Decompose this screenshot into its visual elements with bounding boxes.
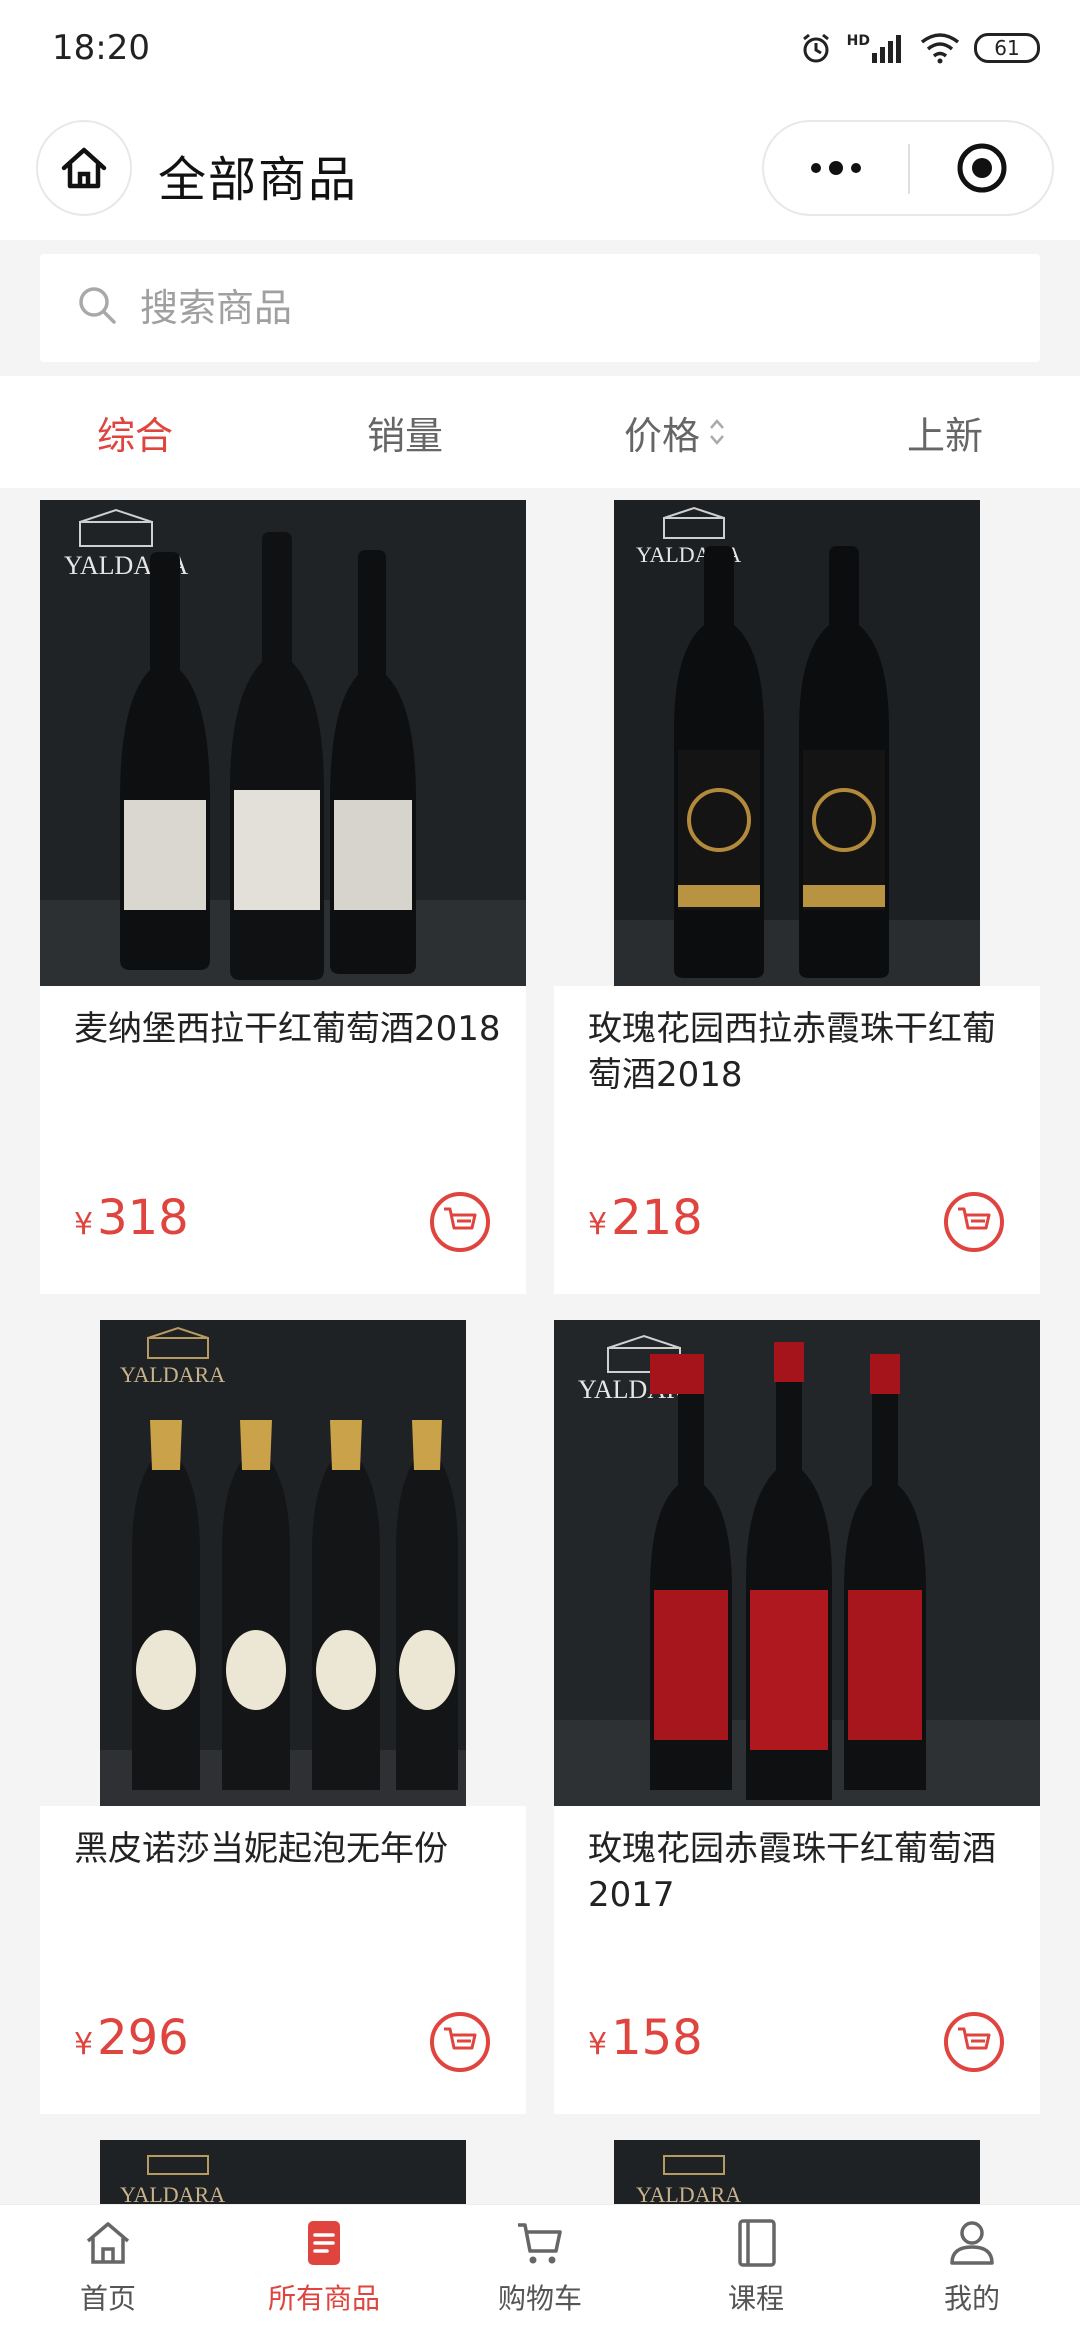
product-card[interactable]: YALDARA 黑皮诺莎当妮起泡无年份 ¥296 bbox=[40, 1320, 526, 2114]
product-card[interactable]: YALDARA 麦纳堡西拉干红葡萄酒2018 ¥318 bbox=[40, 500, 526, 1294]
product-image[interactable]: YALDARA bbox=[554, 1320, 1040, 1806]
product-price: ¥158 bbox=[588, 2010, 703, 2066]
wifi-icon bbox=[920, 33, 960, 64]
navigation-bar: 全部商品 bbox=[0, 96, 1080, 240]
sort-bar: 综合 销量 价格 上新 bbox=[0, 376, 1080, 488]
battery-indicator: 61 bbox=[974, 33, 1040, 63]
home-button[interactable] bbox=[36, 120, 132, 216]
cart-icon bbox=[958, 1207, 991, 1230]
alarm-icon bbox=[802, 33, 829, 63]
sort-arrows-icon bbox=[710, 419, 724, 445]
tab-label: 购物车 bbox=[497, 2282, 582, 2315]
mini-program-capsule bbox=[762, 120, 1054, 216]
status-bar: 18:20 HD 61 bbox=[0, 0, 1080, 96]
network-indicator: HD bbox=[847, 33, 906, 63]
product-image[interactable]: YALDARA bbox=[554, 500, 1040, 986]
price-value: 218 bbox=[611, 1190, 703, 1246]
product-card[interactable]: YALDARA bbox=[40, 2140, 526, 2204]
target-close-icon bbox=[957, 143, 1007, 193]
cart-icon bbox=[518, 2223, 562, 2264]
cart-icon bbox=[444, 1207, 477, 1230]
product-price: ¥296 bbox=[74, 2010, 189, 2066]
brand-logo-text: YALDARA bbox=[636, 2182, 741, 2204]
product-image[interactable]: YALDARA bbox=[554, 2140, 1040, 2204]
product-name[interactable]: 黑皮诺莎当妮起泡无年份 bbox=[74, 1826, 504, 1872]
product-image[interactable]: YALDARA bbox=[40, 500, 526, 986]
close-button[interactable] bbox=[910, 122, 1054, 214]
network-label: HD bbox=[846, 33, 870, 49]
bottom-tab-bar: 首页 所有商品 购物车 课程 我的 bbox=[0, 2204, 1080, 2340]
product-image[interactable]: YALDARA bbox=[40, 2140, 526, 2204]
currency-symbol: ¥ bbox=[74, 2027, 94, 2062]
tab-courses[interactable]: 课程 bbox=[648, 2205, 864, 2340]
tab-profile[interactable]: 我的 bbox=[864, 2205, 1080, 2340]
list-icon bbox=[308, 2221, 340, 2265]
page-title: 全部商品 bbox=[158, 152, 359, 208]
home-icon bbox=[86, 2222, 130, 2264]
sort-tab-label: 上新 bbox=[906, 413, 983, 458]
status-time: 18:20 bbox=[52, 28, 150, 68]
tab-cart[interactable]: 购物车 bbox=[432, 2205, 648, 2340]
tab-label: 我的 bbox=[943, 2282, 1000, 2315]
product-card[interactable]: YALDARA 玫瑰花园西拉赤霞珠干红葡萄酒2018 ¥218 bbox=[554, 500, 1040, 1294]
sort-tab-comprehensive[interactable]: 综合 bbox=[0, 376, 270, 488]
currency-symbol: ¥ bbox=[74, 1207, 94, 1242]
sort-tab-label: 价格 bbox=[623, 413, 700, 458]
brand-logo-text: YALDARA bbox=[120, 1362, 225, 1387]
tab-label: 首页 bbox=[79, 2282, 136, 2315]
brand-logo-text: YALDARA bbox=[120, 2182, 225, 2204]
sort-tab-new[interactable]: 上新 bbox=[810, 376, 1080, 488]
add-to-cart-button[interactable] bbox=[944, 1192, 1004, 1252]
tab-all-products[interactable]: 所有商品 bbox=[216, 2205, 432, 2340]
signal-icon bbox=[872, 35, 901, 63]
price-value: 158 bbox=[611, 2010, 703, 2066]
product-price: ¥218 bbox=[588, 1190, 703, 1246]
tab-label: 课程 bbox=[727, 2282, 784, 2315]
book-icon bbox=[738, 2219, 776, 2267]
product-name[interactable]: 麦纳堡西拉干红葡萄酒2018 bbox=[74, 1006, 504, 1052]
currency-symbol: ¥ bbox=[588, 1207, 608, 1242]
cart-icon bbox=[444, 2027, 477, 2050]
product-card[interactable]: YALDARA 玫瑰花园赤霞珠干红葡萄酒2017 ¥158 bbox=[554, 1320, 1040, 2114]
sort-tab-sales[interactable]: 销量 bbox=[270, 376, 540, 488]
tab-home[interactable]: 首页 bbox=[0, 2205, 216, 2340]
sort-tab-label: 销量 bbox=[366, 413, 443, 458]
product-image[interactable]: YALDARA bbox=[40, 1320, 526, 1806]
product-card[interactable]: YALDARA bbox=[554, 2140, 1040, 2204]
search-icon bbox=[79, 287, 116, 324]
more-button[interactable] bbox=[764, 122, 908, 214]
more-dots-icon bbox=[811, 161, 861, 175]
product-name[interactable]: 玫瑰花园赤霞珠干红葡萄酒2017 bbox=[588, 1826, 1018, 1918]
search-input[interactable] bbox=[140, 276, 1000, 340]
add-to-cart-button[interactable] bbox=[430, 1192, 490, 1252]
price-value: 318 bbox=[97, 1190, 189, 1246]
wine-bottle-illustration bbox=[650, 1342, 926, 1800]
product-price: ¥318 bbox=[74, 1190, 189, 1246]
product-name[interactable]: 玫瑰花园西拉赤霞珠干红葡萄酒2018 bbox=[588, 1006, 1018, 1098]
price-value: 296 bbox=[97, 2010, 189, 2066]
add-to-cart-button[interactable] bbox=[944, 2012, 1004, 2072]
search-bar bbox=[40, 254, 1040, 362]
cart-icon bbox=[958, 2027, 991, 2050]
user-icon bbox=[950, 2221, 994, 2265]
sort-tab-label: 综合 bbox=[96, 413, 173, 458]
sort-tab-price[interactable]: 价格 bbox=[540, 376, 810, 488]
status-icons: HD 61 bbox=[799, 28, 1040, 68]
home-icon bbox=[61, 147, 107, 189]
tab-label: 所有商品 bbox=[267, 2282, 380, 2315]
wine-bottle-illustration bbox=[120, 532, 416, 980]
add-to-cart-button[interactable] bbox=[430, 2012, 490, 2072]
currency-symbol: ¥ bbox=[588, 2027, 608, 2062]
